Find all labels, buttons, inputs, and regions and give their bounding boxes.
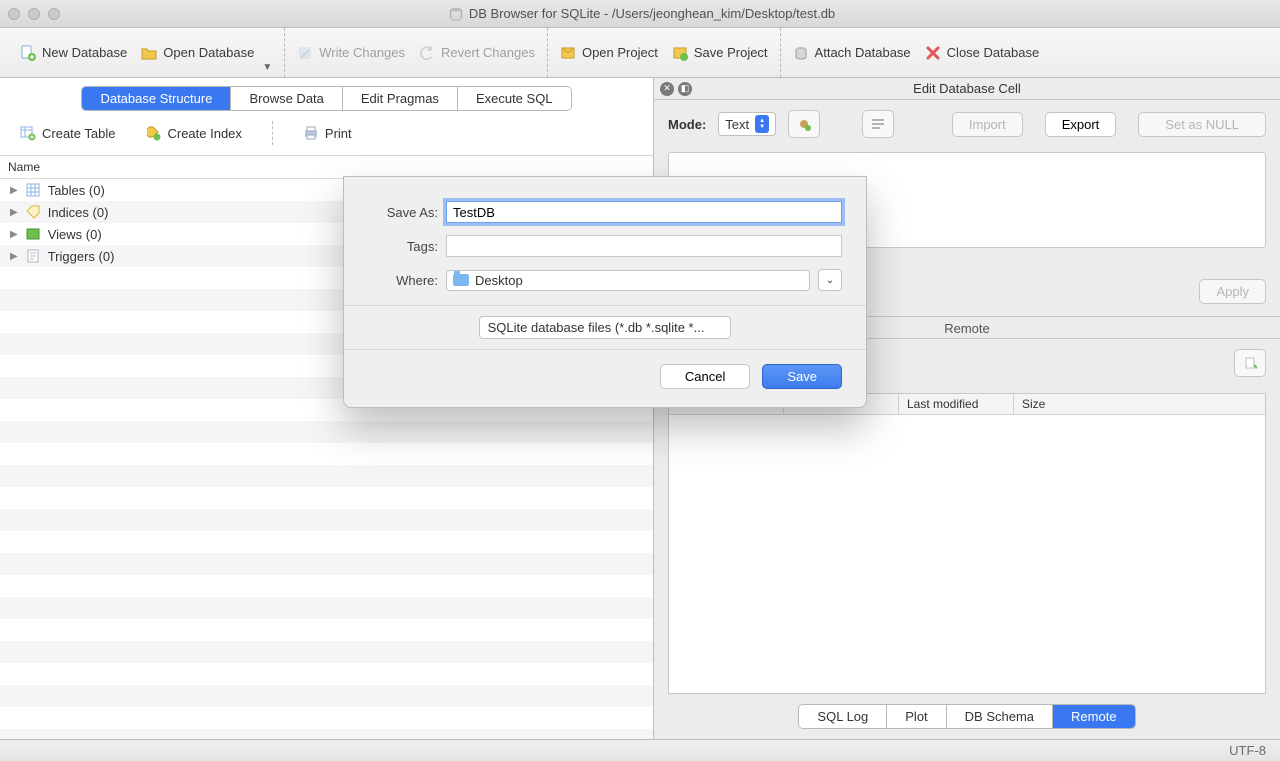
open-database-button[interactable]: Open Database — [141, 45, 254, 61]
create-table-icon — [20, 125, 36, 141]
filetype-select[interactable]: SQLite database files (*.db *.sqlite *..… — [479, 316, 732, 339]
chevron-right-icon: ▶ — [10, 229, 18, 240]
where-label: Where: — [368, 273, 438, 288]
gear-icon — [796, 116, 812, 132]
save-project-icon — [672, 45, 688, 61]
view-icon — [26, 227, 40, 241]
tab-browse-data[interactable]: Browse Data — [231, 87, 342, 110]
attach-database-icon — [793, 45, 809, 61]
tab-execute-sql[interactable]: Execute SQL — [458, 87, 571, 110]
tab-edit-pragmas[interactable]: Edit Pragmas — [343, 87, 458, 110]
new-database-icon — [20, 45, 36, 61]
titlebar: DB Browser for SQLite - /Users/jeonghean… — [0, 0, 1280, 28]
close-database-button[interactable]: Close Database — [925, 45, 1040, 61]
close-window-icon[interactable] — [8, 8, 20, 20]
tag-icon — [26, 205, 40, 219]
close-panel-icon[interactable]: ✕ — [660, 82, 674, 96]
main-toolbar: New Database Open Database ▼ Write Chang… — [0, 28, 1280, 78]
import-button: Import — [952, 112, 1023, 137]
window-title: DB Browser for SQLite - /Users/jeonghean… — [60, 6, 1224, 21]
updown-icon: ▲▼ — [791, 273, 803, 288]
tab-plot[interactable]: Plot — [887, 705, 946, 728]
upload-icon — [1243, 356, 1257, 370]
open-database-icon — [141, 45, 157, 61]
chevron-down-icon: ⌄ — [826, 275, 834, 286]
write-changes-icon — [297, 45, 313, 61]
create-table-button[interactable]: Create Table — [20, 125, 115, 141]
create-index-icon — [145, 125, 161, 141]
tags-label: Tags: — [368, 239, 438, 254]
save-dialog: Save As: Tags: Where: Desktop ▲▼ ⌄ SQLit… — [343, 176, 867, 408]
attach-database-button[interactable]: Attach Database — [793, 45, 911, 61]
close-database-icon — [925, 45, 941, 61]
indent-icon — [871, 117, 885, 131]
statusbar: UTF-8 — [0, 739, 1280, 761]
indent-button[interactable] — [862, 110, 894, 138]
database-icon — [449, 7, 463, 21]
mode-label: Mode: — [668, 117, 706, 132]
tab-sql-log[interactable]: SQL Log — [799, 705, 887, 728]
new-database-button[interactable]: New Database — [20, 45, 127, 61]
updown-icon: ▲▼ — [755, 115, 769, 133]
open-project-button[interactable]: Open Project — [560, 45, 658, 61]
where-select[interactable]: Desktop ▲▼ — [446, 270, 810, 291]
main-tab-bar: Database Structure Browse Data Edit Prag… — [81, 86, 571, 111]
encoding-indicator: UTF-8 — [1229, 743, 1266, 758]
revert-changes-icon — [419, 45, 435, 61]
folder-icon — [453, 274, 469, 286]
window-controls[interactable] — [8, 8, 60, 20]
expand-browser-button[interactable]: ⌄ — [818, 269, 842, 291]
table-icon — [26, 183, 40, 197]
tab-remote[interactable]: Remote — [1053, 705, 1135, 728]
open-project-icon — [560, 45, 576, 61]
chevron-down-icon[interactable]: ▼ — [262, 62, 272, 73]
updown-icon: ▲▼ — [710, 320, 722, 335]
apply-button: Apply — [1199, 279, 1266, 304]
zoom-window-icon[interactable] — [48, 8, 60, 20]
popout-panel-icon[interactable]: ◧ — [678, 82, 692, 96]
print-button[interactable]: Print — [303, 125, 352, 141]
chevron-right-icon: ▶ — [10, 207, 18, 218]
revert-changes-button: Revert Changes — [419, 45, 535, 61]
save-as-label: Save As: — [368, 205, 438, 220]
tab-db-schema[interactable]: DB Schema — [947, 705, 1053, 728]
th-size[interactable]: Size — [1014, 394, 1265, 414]
chevron-right-icon: ▶ — [10, 185, 18, 196]
cancel-button[interactable]: Cancel — [660, 364, 750, 389]
set-null-button: Set as NULL — [1138, 112, 1266, 137]
mode-select[interactable]: Text ▲▼ — [718, 112, 776, 136]
minimize-window-icon[interactable] — [28, 8, 40, 20]
tags-input[interactable] — [446, 235, 842, 257]
remote-table[interactable]: Name Commit Last modified Size — [668, 393, 1266, 694]
save-project-button[interactable]: Save Project — [672, 45, 768, 61]
tab-database-structure[interactable]: Database Structure — [82, 87, 231, 110]
th-modified[interactable]: Last modified — [899, 394, 1014, 414]
save-as-input[interactable] — [446, 201, 842, 223]
push-button[interactable] — [1234, 349, 1266, 377]
edit-cell-panel-header: ✕ ◧ Edit Database Cell — [654, 78, 1280, 100]
print-icon — [303, 125, 319, 141]
tree-header-name[interactable]: Name — [0, 156, 653, 178]
bottom-tab-bar: SQL Log Plot DB Schema Remote — [798, 704, 1135, 729]
trigger-icon — [26, 249, 40, 263]
save-button[interactable]: Save — [762, 364, 842, 389]
export-button[interactable]: Export — [1045, 112, 1117, 137]
chevron-right-icon: ▶ — [10, 251, 18, 262]
create-index-button[interactable]: Create Index — [145, 125, 241, 141]
format-button[interactable] — [788, 110, 820, 138]
write-changes-button: Write Changes — [297, 45, 405, 61]
